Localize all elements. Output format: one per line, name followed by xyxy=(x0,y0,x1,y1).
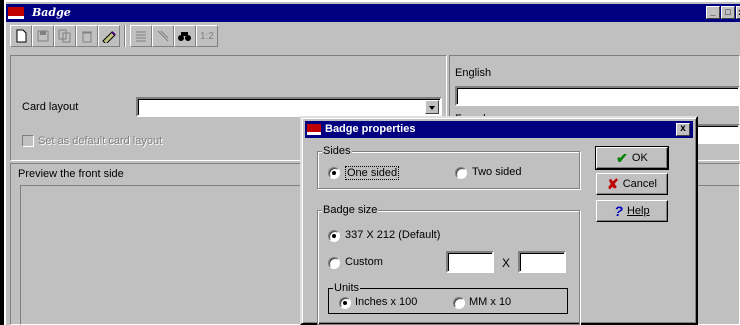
sides-legend: Sides xyxy=(322,145,352,157)
default-layout-label: Set as default card layout xyxy=(38,135,163,147)
list-icon[interactable] xyxy=(130,25,152,47)
save-icon[interactable] xyxy=(32,25,54,47)
copy-icon[interactable] xyxy=(54,25,76,47)
window-title: Badge xyxy=(32,6,71,19)
ok-button[interactable]: ✔ OK xyxy=(595,146,669,170)
new-icon[interactable] xyxy=(10,25,32,47)
card-layout-combobox[interactable] xyxy=(136,97,442,117)
tools-icon[interactable] xyxy=(152,25,174,47)
mm-label[interactable]: MM x 10 xyxy=(469,296,511,308)
cancel-label: Cancel xyxy=(622,178,657,190)
dialog-app-icon xyxy=(307,124,321,135)
help-button[interactable]: ? Help xyxy=(596,200,668,222)
units-group: Units Inches x 100 MM x 10 xyxy=(328,282,568,314)
help-label: Help xyxy=(626,205,650,217)
inches-label[interactable]: Inches x 100 xyxy=(355,296,417,308)
title-bar[interactable]: Badge _ □ x xyxy=(6,4,740,22)
custom-height-input[interactable] xyxy=(518,251,566,273)
dialog-title: Badge properties xyxy=(325,123,416,135)
app-icon xyxy=(8,7,24,19)
two-sided-radio[interactable] xyxy=(455,167,467,179)
chevron-down-icon[interactable] xyxy=(425,100,439,114)
find-icon[interactable] xyxy=(174,25,196,47)
check-icon: ✔ xyxy=(616,149,628,166)
close-icon[interactable]: x xyxy=(676,123,690,136)
default-layout-checkbox[interactable] xyxy=(22,135,34,147)
default-size-radio[interactable] xyxy=(328,230,340,242)
x-icon: ✘ xyxy=(607,175,619,192)
times-sign: X xyxy=(502,256,511,270)
one-sided-label[interactable]: One sided xyxy=(345,166,400,180)
custom-width-input[interactable] xyxy=(446,251,494,273)
question-icon: ? xyxy=(614,203,623,219)
card-layout-label: Card layout xyxy=(22,101,79,113)
badge-properties-dialog: Badge properties x Sides One sided Two s… xyxy=(300,116,698,325)
custom-size-label[interactable]: Custom xyxy=(345,256,383,268)
one-sided-radio[interactable] xyxy=(328,167,340,179)
mm-radio[interactable] xyxy=(453,297,465,309)
close-button[interactable]: x xyxy=(736,6,740,19)
sides-group: Sides One sided Two sided xyxy=(317,145,580,189)
ok-label: OK xyxy=(631,152,648,164)
units-legend: Units xyxy=(333,282,361,294)
badge-size-group: Badge size 337 X 212 (Default) Custom X … xyxy=(317,204,580,325)
english-input[interactable] xyxy=(455,86,740,106)
english-label: English xyxy=(455,67,492,79)
dialog-title-bar[interactable]: Badge properties x xyxy=(305,121,693,138)
maximize-button[interactable]: □ xyxy=(721,6,735,19)
one-of-two-icon[interactable]: 1:2 xyxy=(196,25,218,47)
inches-radio[interactable] xyxy=(339,297,351,309)
minimize-button[interactable]: _ xyxy=(706,6,720,19)
badge-size-legend: Badge size xyxy=(322,204,379,216)
cancel-button[interactable]: ✘ Cancel xyxy=(596,173,668,195)
edit-icon[interactable] xyxy=(98,25,120,47)
preview-label: Preview the front side xyxy=(18,168,124,180)
custom-size-radio[interactable] xyxy=(328,257,340,269)
delete-icon[interactable] xyxy=(76,25,98,47)
default-size-label[interactable]: 337 X 212 (Default) xyxy=(345,229,440,241)
two-sided-label[interactable]: Two sided xyxy=(472,166,522,178)
toolbar-separator xyxy=(124,25,126,47)
